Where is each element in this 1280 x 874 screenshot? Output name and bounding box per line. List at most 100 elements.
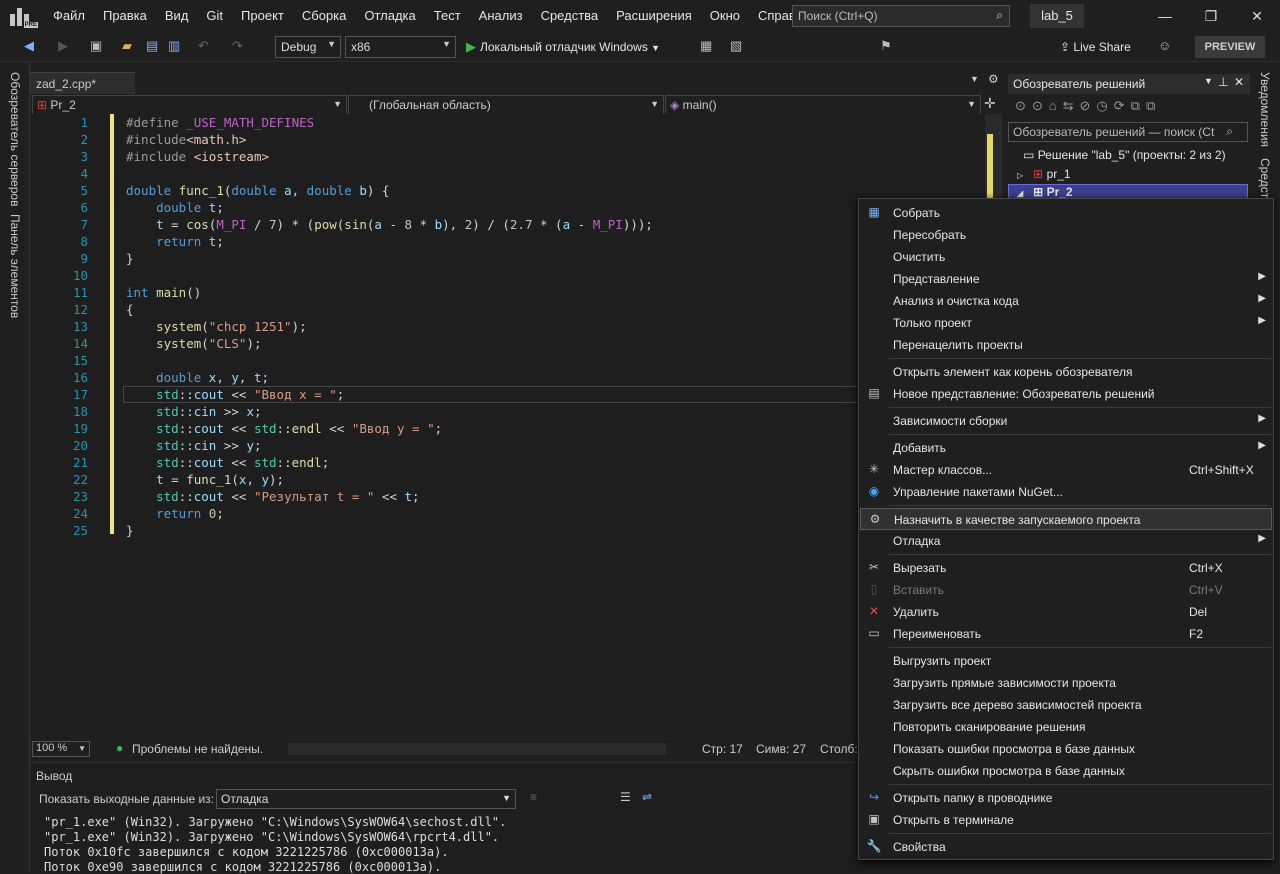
code-editor[interactable]: 1 #define _USE_MATH_DEFINES 2 #include<math…	[30, 114, 985, 736]
project-node-pr1[interactable]: ▷ ⊞ pr_1	[1017, 167, 1071, 181]
context-menu-item[interactable]: Добавить ▶	[860, 437, 1272, 459]
toolbox-tab[interactable]: Панель элементов	[8, 214, 22, 318]
context-menu-item[interactable]: Пересобрать	[860, 224, 1272, 246]
code-line[interactable]: 23 std::cout << "Результат t = " << t;	[30, 488, 985, 505]
menu-item[interactable]: Правка	[94, 0, 156, 32]
context-menu-item[interactable]: Анализ и очистка кода ▶	[860, 290, 1272, 312]
context-menu-item[interactable]: Только проект ▶	[860, 312, 1272, 334]
code-line[interactable]: 16 double x, y, t;	[30, 369, 985, 386]
context-menu-item[interactable]: Открыть элемент как корень обозревателя	[860, 361, 1272, 383]
project-combo[interactable]: ⊞ Pr_2 ▼	[32, 95, 347, 115]
context-menu-item[interactable]: Показать ошибки просмотра в базе данных	[860, 738, 1272, 760]
context-menu-item[interactable]: ✳ Мастер классов... Ctrl+Shift+X	[860, 459, 1272, 481]
context-menu-item[interactable]: Скрыть ошибки просмотра в базе данных	[860, 760, 1272, 782]
clear-all-icon[interactable]: ☰	[620, 790, 631, 804]
context-menu-item[interactable]: 🔧 Свойства	[860, 836, 1272, 858]
context-menu-item[interactable]: ▯ Вставить Ctrl+V	[860, 579, 1272, 601]
notifications-tab[interactable]: Уведомления	[1258, 72, 1272, 147]
close-icon[interactable]: ✕	[1234, 75, 1244, 89]
context-menu-item[interactable]: Выгрузить проект	[860, 650, 1272, 672]
horizontal-scrollbar[interactable]	[288, 743, 666, 755]
code-line[interactable]: 8 return t;	[30, 233, 985, 250]
goto-icon[interactable]: ≡	[530, 790, 537, 804]
project-node-pr2[interactable]: ◢ ⊞ Pr_2	[1017, 185, 1073, 199]
menu-item[interactable]: Тест	[425, 0, 470, 32]
code-line[interactable]: 3 #include <iostream>	[30, 148, 985, 165]
server-explorer-tab[interactable]: Обозреватель серверов	[8, 72, 22, 206]
output-source-select[interactable]: Отладка ▼	[216, 789, 516, 809]
menu-item[interactable]: Окно	[701, 0, 749, 32]
code-line[interactable]: 5 double func_1(double a, double b) {	[30, 182, 985, 199]
code-line[interactable]: 13 system("chcp 1251");	[30, 318, 985, 335]
solution-node[interactable]: ▭ Решение "lab_5" (проекты: 2 из 2)	[1023, 148, 1226, 162]
code-line[interactable]: 6 double t;	[30, 199, 985, 216]
member-combo[interactable]: ◈ main() ▼	[665, 95, 981, 115]
menu-item[interactable]: Средства	[532, 0, 608, 32]
menu-item[interactable]: Анализ	[470, 0, 532, 32]
context-menu-item[interactable]: Представление ▶	[860, 268, 1272, 290]
feedback-icon[interactable]: ☺	[1158, 38, 1171, 53]
chevron-down-icon[interactable]: ▼	[1204, 76, 1213, 86]
save-all-icon[interactable]: ▥	[168, 38, 180, 54]
save-icon[interactable]: ▤	[146, 38, 158, 54]
live-share-button[interactable]: ⇪ Live Share	[1060, 40, 1131, 54]
preview-button[interactable]: PREVIEW	[1195, 36, 1265, 58]
code-line[interactable]: 2 #include<math.h>	[30, 131, 985, 148]
menu-item[interactable]: Проект	[232, 0, 293, 32]
context-menu-item[interactable]: Отладка ▶	[860, 530, 1272, 552]
pin-icon[interactable]: ⊥	[1218, 75, 1228, 89]
zoom-select[interactable]: 100 % ▼	[32, 741, 90, 757]
context-menu-item[interactable]: ▭ Переименовать F2	[860, 623, 1272, 645]
context-menu-item[interactable]: Загрузить прямые зависимости проекта	[860, 672, 1272, 694]
layout-icon[interactable]: ▧	[730, 38, 742, 54]
solution-search-input[interactable]: Обозреватель решений — поиск (Ct ⌕	[1008, 122, 1248, 142]
redo-icon[interactable]: ↷	[232, 38, 243, 54]
solution-explorer-toolbar[interactable]: ⊙⊙⌂⇆⊘◷⟳⧉⧉	[1015, 98, 1161, 114]
code-line[interactable]: 7 t = cos(M_PI / 7) * (pow(sin(a - 8 * b…	[30, 216, 985, 233]
code-line[interactable]: 20 std::cin >> y;	[30, 437, 985, 454]
solution-name-badge[interactable]: lab_5	[1030, 4, 1084, 28]
context-menu-item[interactable]: ✕ Удалить Del	[860, 601, 1272, 623]
code-line[interactable]: 12 {	[30, 301, 985, 318]
context-menu-item[interactable]: ▤ Новое представление: Обозреватель решен…	[860, 383, 1272, 405]
word-wrap-icon[interactable]: ⇌	[642, 790, 652, 804]
chevron-down-icon[interactable]: ▼	[970, 74, 979, 84]
start-debugger-button[interactable]: ▶ Локальный отладчик Windows ▼	[466, 39, 660, 55]
scope-combo[interactable]: (Глобальная область) ▼	[348, 95, 664, 115]
context-menu-item[interactable]: Зависимости сборки ▶	[860, 410, 1272, 432]
code-line[interactable]: 15	[30, 352, 985, 369]
code-line[interactable]: 10	[30, 267, 985, 284]
code-line[interactable]: 24 return 0;	[30, 505, 985, 522]
menu-item[interactable]: Сборка	[293, 0, 356, 32]
search-input[interactable]: Поиск (Ctrl+Q) ⌕	[792, 5, 1010, 27]
context-menu-item[interactable]: ✂ Вырезать Ctrl+X	[860, 557, 1272, 579]
code-line[interactable]: 19 std::cout << std::endl << "Ввод y = "…	[30, 420, 985, 437]
code-line[interactable]: 17 std::cout << "Ввод x = ";	[30, 386, 985, 403]
code-line[interactable]: 4	[30, 165, 985, 182]
context-menu-item[interactable]: ◉ Управление пакетами NuGet...	[860, 481, 1272, 503]
code-line[interactable]: 1 #define _USE_MATH_DEFINES	[30, 114, 985, 131]
problems-status[interactable]: Проблемы не найдены.	[132, 742, 263, 756]
context-menu-item[interactable]: ⚙ Назначить в качестве запускаемого проек…	[860, 508, 1272, 530]
code-line[interactable]: 14 system("CLS");	[30, 335, 985, 352]
code-line[interactable]: 11 int main()	[30, 284, 985, 301]
platform-select[interactable]: x86 ▼	[345, 36, 456, 58]
context-menu-item[interactable]: ↪ Открыть папку в проводнике	[860, 787, 1272, 809]
menu-item[interactable]: Расширения	[607, 0, 701, 32]
browse-icon[interactable]: ▦	[700, 38, 712, 54]
file-tab[interactable]: zad_2.cpp*	[30, 72, 135, 94]
menu-item[interactable]: Git	[197, 0, 232, 32]
context-menu-item[interactable]: Загрузить все дерево зависимостей проект…	[860, 694, 1272, 716]
code-line[interactable]: 21 std::cout << std::endl;	[30, 454, 985, 471]
new-project-icon[interactable]: ▣	[90, 38, 102, 54]
context-menu-item[interactable]: Перенацелить проекты	[860, 334, 1272, 356]
menu-item[interactable]: Отладка	[355, 0, 424, 32]
code-line[interactable]: 9}	[30, 250, 985, 267]
context-menu-item[interactable]: ▦ Собрать	[860, 202, 1272, 224]
context-menu-item[interactable]: ▣ Открыть в терминале	[860, 809, 1272, 831]
context-menu-item[interactable]: Повторить сканирование решения	[860, 716, 1272, 738]
menu-item[interactable]: Файл	[44, 0, 94, 32]
undo-icon[interactable]: ↶	[198, 38, 209, 54]
code-line[interactable]: 25}	[30, 522, 985, 539]
close-button[interactable]: ✕	[1234, 0, 1280, 32]
